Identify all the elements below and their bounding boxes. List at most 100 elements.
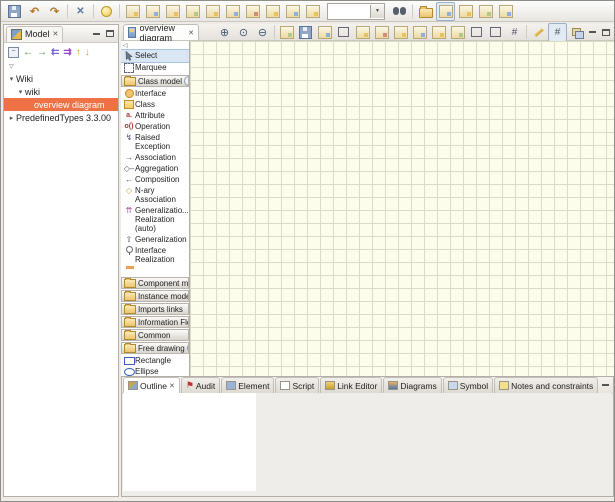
print-button[interactable] — [353, 23, 372, 42]
fit-width-button[interactable] — [486, 23, 505, 42]
palette-drawer-component-model[interactable]: Component mo... — [121, 277, 189, 289]
palette-collapse-button[interactable]: ◁ — [121, 41, 189, 50]
create-element-button-7[interactable] — [243, 2, 262, 21]
palette-item-clipped[interactable] — [121, 265, 189, 276]
actor-button[interactable] — [429, 23, 448, 42]
palette-item-interface[interactable]: Interface — [121, 88, 189, 99]
palette-item-composition[interactable]: ← Composition — [121, 174, 189, 185]
create-element-button-2[interactable] — [143, 2, 162, 21]
tab-script[interactable]: Script — [275, 377, 319, 393]
palette-item-nary-association[interactable]: ◇ N-ary Association — [121, 185, 189, 205]
validate-button[interactable] — [372, 23, 391, 42]
palette-item-rectangle[interactable]: Rectangle — [121, 355, 189, 366]
create-element-button-1[interactable] — [123, 2, 142, 21]
copy-button[interactable] — [410, 23, 429, 42]
tab-outline[interactable]: Outline ✕ — [123, 377, 180, 393]
palette-item-aggregation[interactable]: ◇– Aggregation — [121, 163, 189, 174]
section-toggle-icon[interactable]: ▴ — [187, 343, 189, 353]
palette-item-interface-realization[interactable]: Interface Realization — [121, 245, 189, 265]
prev-icon[interactable]: ⇇ — [51, 47, 59, 58]
undo-button[interactable]: ↶ — [25, 2, 44, 21]
palette-item-raised-exception[interactable]: ↯ Raised Exception — [121, 132, 189, 152]
search-button[interactable] — [390, 2, 409, 21]
hint-button[interactable] — [97, 2, 116, 21]
outline-content[interactable] — [123, 393, 256, 491]
create-element-button-8[interactable] — [263, 2, 282, 21]
export-image-button[interactable] — [277, 23, 296, 42]
layers-button[interactable] — [567, 23, 586, 42]
link-with-editor-button[interactable] — [436, 2, 455, 21]
palette-drawer-information-flow[interactable]: Information Flo... — [121, 316, 189, 328]
palette-tool-marquee[interactable]: Marquee — [121, 62, 189, 74]
open-folder-button[interactable] — [416, 2, 435, 21]
tab-overview-diagram[interactable]: overview diagram ✕ — [123, 24, 199, 40]
forward-icon[interactable]: → — [37, 47, 47, 58]
palette-item-class[interactable]: Class — [121, 99, 189, 110]
expander-icon[interactable]: ▸ — [7, 114, 16, 122]
palette-drawer-imports-links[interactable]: Imports links — [121, 303, 189, 315]
zoom-out-button[interactable]: ⊖ — [253, 23, 272, 42]
save-button[interactable] — [5, 2, 24, 21]
table-button[interactable] — [496, 2, 515, 21]
fit-page-button[interactable] — [334, 23, 353, 42]
diagram-canvas[interactable] — [190, 41, 614, 376]
zoom-in-button[interactable]: ⊕ — [215, 23, 234, 42]
palette-drawer-free-drawing[interactable]: Free drawing ▴ — [121, 342, 189, 354]
close-icon[interactable]: ✕ — [169, 382, 175, 390]
tab-notes-and-constraints[interactable]: Notes and constraints — [494, 377, 598, 393]
element-wizard-button[interactable] — [448, 23, 467, 42]
minimize-button[interactable] — [586, 27, 599, 38]
fit-height-button[interactable] — [467, 23, 486, 42]
palette-tool-select[interactable]: Select — [121, 50, 189, 62]
palette-item-association[interactable]: → Association — [121, 152, 189, 163]
palette-item-operation[interactable]: o() Operation — [121, 121, 189, 132]
upload-button[interactable] — [391, 23, 410, 42]
maximize-button[interactable] — [599, 27, 612, 38]
next-icon[interactable]: ⇉ — [63, 47, 71, 58]
create-element-button-9[interactable] — [283, 2, 302, 21]
tab-model[interactable]: Model ✕ — [6, 26, 63, 42]
palette-item-attribute[interactable]: a. Attribute — [121, 110, 189, 121]
tab-diagrams[interactable]: Diagrams — [383, 377, 441, 393]
new-window-button[interactable] — [476, 2, 495, 21]
tree-item-wiki-root[interactable]: ▾ Wiki — [4, 72, 118, 85]
expander-icon[interactable]: ▾ — [7, 75, 16, 83]
save-as-button[interactable] — [315, 23, 334, 42]
up-icon[interactable]: ↑ — [76, 47, 81, 58]
tab-element[interactable]: Element — [221, 377, 274, 393]
view-menu-button[interactable]: ▽ — [4, 61, 118, 72]
close-icon[interactable]: ✕ — [188, 29, 194, 37]
create-element-button-4[interactable] — [183, 2, 202, 21]
tree-item-predefinedtypes[interactable]: ▸ PredefinedTypes 3.3.00 — [4, 111, 118, 124]
zoom-actual-button[interactable]: ⊙ — [234, 23, 253, 42]
tree-item-overview-diagram[interactable]: overview diagram — [4, 98, 118, 111]
create-element-button-6[interactable] — [223, 2, 242, 21]
palette-section-class-model[interactable]: Class model ▴ — [121, 75, 189, 87]
palette-item-generalization-realization[interactable]: ⇈ Generalizatio... Realization (auto) — [121, 205, 189, 234]
delete-button[interactable]: ✕ — [71, 2, 90, 21]
save-diagram-button[interactable] — [296, 23, 315, 42]
create-element-button-3[interactable] — [163, 2, 182, 21]
snap-grid-button[interactable]: # — [505, 23, 524, 42]
back-icon[interactable]: ← — [23, 47, 33, 58]
collapse-all-icon[interactable]: − — [8, 47, 19, 58]
tree-item-wiki[interactable]: ▾ wiki — [4, 85, 118, 98]
show-grid-button[interactable]: # — [548, 23, 567, 42]
palette-drawer-common[interactable]: Common — [121, 329, 189, 341]
redo-button[interactable]: ↷ — [45, 2, 64, 21]
format-pen-button[interactable] — [529, 23, 548, 42]
palette-item-generalization[interactable]: ⇧ Generalization — [121, 234, 189, 245]
palette-item-ellipse[interactable]: Ellipse — [121, 366, 189, 376]
create-element-button-10[interactable] — [303, 2, 322, 21]
section-toggle-icon[interactable]: ▴ — [184, 76, 189, 86]
create-element-button-5[interactable] — [203, 2, 222, 21]
palette-drawer-instance-model[interactable]: Instance model — [121, 290, 189, 302]
sync-button[interactable] — [456, 2, 475, 21]
search-combo[interactable]: ▼ — [327, 3, 385, 20]
close-icon[interactable]: ✕ — [53, 30, 59, 38]
down-icon[interactable]: ↓ — [85, 47, 90, 58]
tab-audit[interactable]: ⚑ Audit — [181, 377, 220, 393]
minimize-button[interactable] — [599, 380, 612, 391]
minimize-button[interactable] — [90, 28, 103, 39]
tab-symbol[interactable]: Symbol — [443, 377, 493, 393]
